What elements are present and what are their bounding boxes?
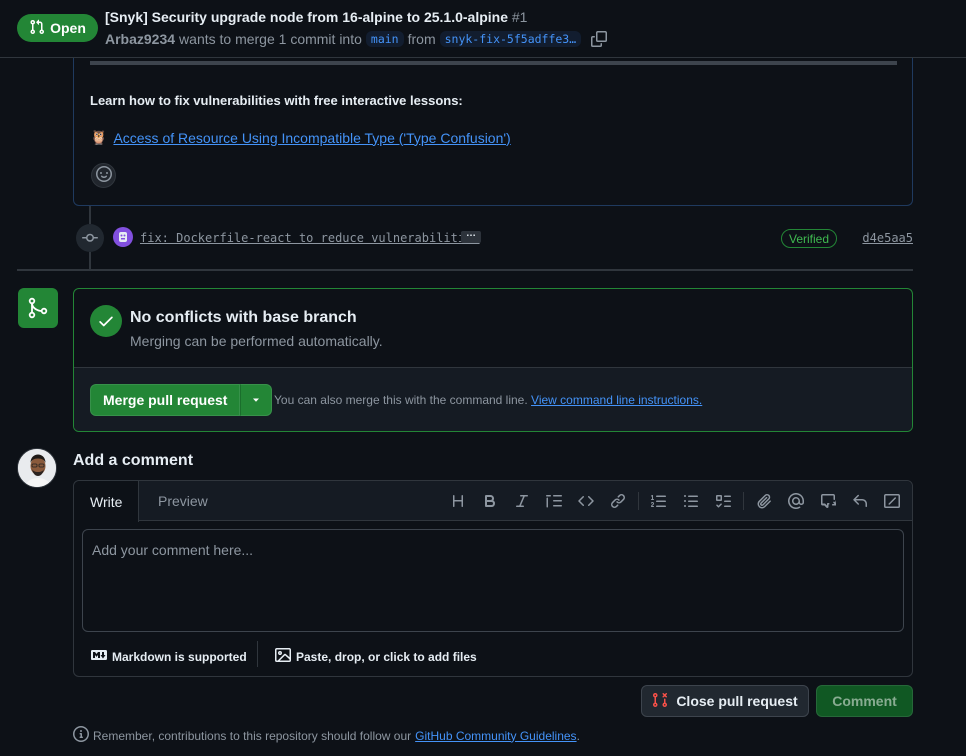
current-user-avatar[interactable] [17,448,57,488]
attach-files-button[interactable]: Paste, drop, or click to add files [275,647,477,666]
code-icon[interactable] [570,489,602,513]
owl-emoji-icon: 🦉 [90,129,108,145]
comment-textarea[interactable] [82,529,904,632]
link-icon[interactable] [602,489,634,513]
commit-sha-link[interactable]: d4e5aa5 [862,231,913,245]
close-pull-request-label: Close pull request [676,693,798,709]
pr-meta: Arbaz9234 wants to merge 1 commit into m… [105,31,608,47]
add-reaction-button[interactable] [91,163,116,188]
learn-heading: Learn how to fix vulnerabilities with fr… [90,93,463,108]
base-branch-label[interactable]: main [365,31,404,47]
merge-status-title: No conflicts with base branch [130,309,357,326]
pr-state-label: Open [50,20,86,36]
bot-comment-card: Learn how to fix vulnerabilities with fr… [73,40,913,206]
commit-message-link[interactable]: fix: Dockerfile-react to reduce vulnerab… [140,231,480,245]
pr-from-text: from [407,31,436,47]
git-pull-request-closed-icon [652,692,668,711]
head-branch-label[interactable]: snyk-fix-5f5adffe3… [439,31,582,47]
git-pull-request-icon [29,19,45,38]
timeline-line [89,206,91,224]
pr-meta-text: wants to merge 1 commit into [179,31,362,47]
merge-hint: You can also merge this with the command… [274,393,702,407]
triangle-down-icon [251,392,261,408]
pr-title-text: [Snyk] Security upgrade node from 16-alp… [105,9,508,25]
markdown-supported-link[interactable]: Markdown is supported [91,647,247,666]
guidelines-period: . [576,728,580,743]
verified-badge[interactable]: Verified [781,229,838,248]
italic-icon[interactable] [506,489,538,513]
close-pull-request-button[interactable]: Close pull request [641,685,809,717]
commit-expand-button[interactable]: … [461,229,481,243]
image-icon [275,647,291,666]
comment-editor: Write Preview Add your comment here... M… [73,480,913,677]
formatting-toolbar [442,489,908,513]
tasklist-icon[interactable] [707,489,739,513]
git-merge-icon [18,288,58,328]
pr-title: [Snyk] Security upgrade node from 16-alp… [105,9,527,25]
cross-reference-icon[interactable] [812,489,844,513]
comment-button[interactable]: Comment [816,685,913,717]
bold-icon[interactable] [474,489,506,513]
add-comment-heading: Add a comment [73,452,194,469]
reply-icon[interactable] [844,489,876,513]
tab-write[interactable]: Write [74,481,140,522]
merge-pull-request-button[interactable]: Merge pull request [90,384,241,416]
check-icon [90,305,122,337]
mention-icon[interactable] [780,489,812,513]
guidelines-text: Remember, contributions to this reposito… [93,728,412,743]
merge-actions: Merge pull request You can also merge th… [74,367,912,431]
merge-method-dropdown[interactable] [240,384,273,416]
timeline-divider [17,269,913,271]
quote-icon[interactable] [538,489,570,513]
lesson-item: 🦉 Access of Resource Using Incompatible … [90,129,511,146]
heading-icon[interactable] [442,489,474,513]
numbered-list-icon[interactable] [643,489,675,513]
merge-status-section: No conflicts with base branch Merging ca… [74,289,912,367]
markdown-icon [91,647,107,666]
toolbar-divider [743,492,744,510]
community-guidelines-note: Remember, contributions to this reposito… [73,726,580,745]
footer-divider [257,641,258,667]
commit-row: fix: Dockerfile-react to reduce vulnerab… [76,224,913,252]
merge-hint-text: You can also merge this with the command… [274,393,528,407]
bulleted-list-icon[interactable] [675,489,707,513]
attach-files-label: Paste, drop, or click to add files [296,649,477,664]
timeline-line [89,252,91,269]
pr-number: #1 [511,9,528,25]
horizontal-rule [90,61,897,65]
pr-author-link[interactable]: Arbaz9234 [105,31,175,47]
lesson-link[interactable]: Access of Resource Using Incompatible Ty… [113,130,510,146]
command-line-instructions-link[interactable]: View command line instructions. [531,393,702,407]
smiley-icon [95,166,112,185]
slash-command-icon[interactable] [876,489,908,513]
community-guidelines-link[interactable]: GitHub Community Guidelines [415,729,576,743]
editor-header: Write Preview [74,481,912,522]
info-icon [73,726,89,745]
paperclip-icon[interactable] [748,489,780,513]
git-commit-icon [76,224,104,252]
pr-sticky-header: Open [Snyk] Security upgrade node from 1… [0,0,966,58]
merge-status-subtitle: Merging can be performed automatically. [130,333,383,349]
pr-state-badge: Open [17,14,98,42]
toolbar-divider [638,492,639,510]
tab-preview[interactable]: Preview [142,481,224,521]
merge-box: No conflicts with base branch Merging ca… [73,288,913,432]
editor-footer: Markdown is supported Paste, drop, or cl… [74,641,912,677]
merge-button-group: Merge pull request [90,384,273,416]
commit-author-avatar[interactable] [113,227,133,247]
markdown-label: Markdown is supported [112,649,247,664]
copy-icon[interactable] [591,31,608,47]
